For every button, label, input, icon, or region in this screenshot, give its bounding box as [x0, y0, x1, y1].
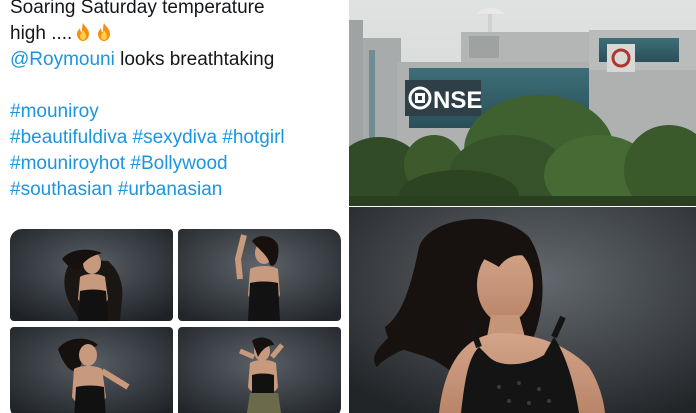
tweet-line-2: high .... — [10, 21, 342, 47]
nse-building-sign: NSE — [433, 87, 482, 114]
nse-building-photo: NSE — [349, 0, 696, 206]
tweet-line-2-text: high .... — [10, 23, 73, 44]
media-thumbnail[interactable] — [178, 327, 341, 413]
hashtag-line[interactable]: #beautifuldiva #sexydiva #hotgirl — [10, 125, 342, 151]
tweet-line-3: @Roymouni looks breathtaking — [10, 47, 342, 73]
mention-link[interactable]: @Roymouni — [10, 49, 115, 70]
media-thumbnail[interactable] — [10, 327, 173, 413]
tweet-panel: Soaring Saturday temperature high .... @… — [0, 0, 348, 413]
hashtag-line[interactable]: #mouniroyhot #Bollywood — [10, 151, 342, 177]
hashtag-line[interactable]: #mouniroy — [10, 99, 342, 125]
tweet-line-1: Soaring Saturday temperature — [10, 0, 265, 18]
tweet-media-grid — [10, 229, 341, 413]
fire-icon — [72, 23, 114, 44]
media-thumbnail[interactable] — [178, 229, 341, 321]
mention-rest-text: looks breathtaking — [114, 49, 275, 70]
media-thumbnail[interactable] — [10, 229, 173, 321]
portrait-photo — [349, 207, 696, 413]
hashtag-line[interactable]: #southasian #urbanasian — [10, 177, 342, 203]
tweet-text: Soaring Saturday temperature high .... @… — [10, 0, 342, 203]
